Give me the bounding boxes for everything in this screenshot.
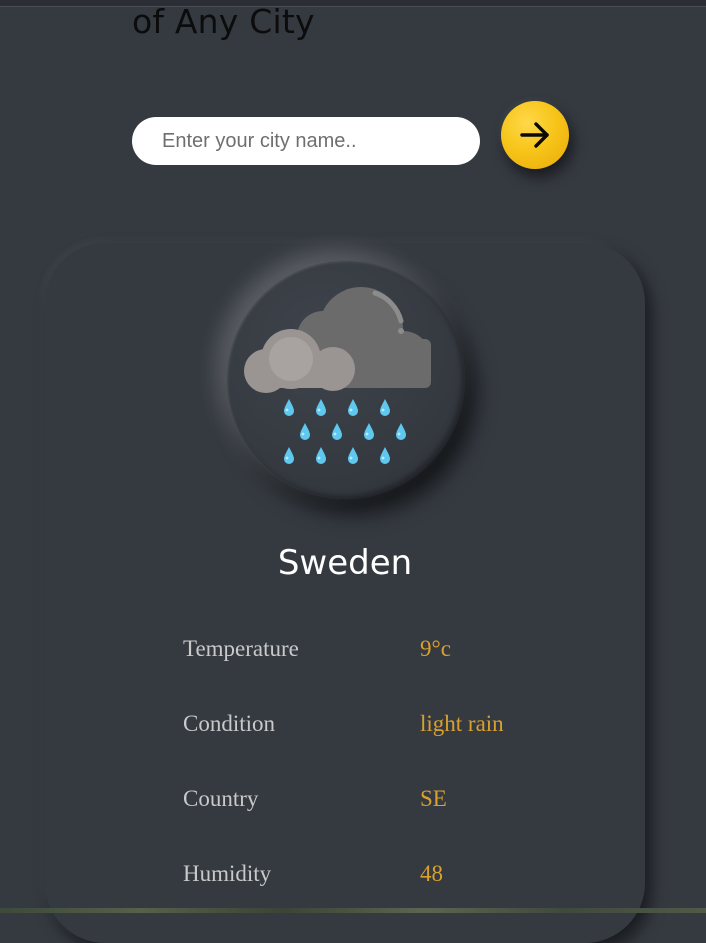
- top-border: [0, 0, 706, 7]
- rain-cloud-icon: [244, 287, 431, 464]
- temperature-value: 9°c: [420, 636, 451, 661]
- weather-icon-orb: [225, 259, 465, 499]
- temperature-label: Temperature: [183, 636, 299, 661]
- page-title: of Any City: [132, 2, 315, 41]
- weather-card: Sweden Temperature 9°c Condition light r…: [45, 243, 645, 943]
- humidity-value: 48: [420, 861, 443, 886]
- background-image-edge: [0, 908, 706, 913]
- city-search-input[interactable]: [132, 117, 480, 165]
- search-button[interactable]: [501, 101, 569, 169]
- country-label: Country: [183, 786, 259, 811]
- city-name: Sweden: [277, 543, 413, 583]
- humidity-label: Humidity: [183, 861, 272, 886]
- rain-drops: [284, 399, 406, 464]
- condition-value: light rain: [420, 711, 504, 736]
- condition-label: Condition: [183, 711, 276, 736]
- country-value: SE: [420, 786, 447, 811]
- arrow-right-icon: [520, 122, 549, 148]
